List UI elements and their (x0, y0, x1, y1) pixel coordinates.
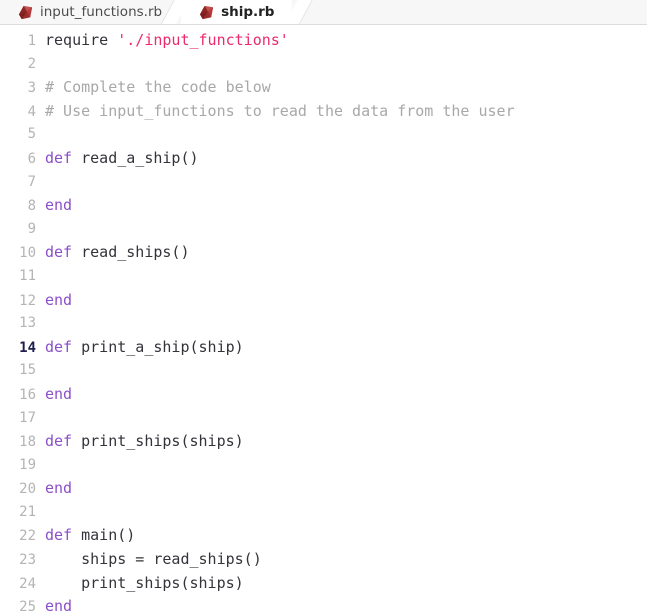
line-content[interactable]: def read_a_ship() (45, 147, 647, 171)
token-str: './input_functions' (117, 31, 289, 49)
code-line[interactable]: 17 (0, 407, 647, 431)
code-line[interactable]: 1 require './input_functions' (0, 29, 647, 53)
token-kw: end (45, 479, 73, 498)
line-number: 13 (19, 315, 36, 332)
code-line[interactable]: 4 # Use input_functions to read the data … (0, 100, 647, 124)
token-kw: def (45, 432, 73, 451)
line-number: 7 (27, 173, 36, 190)
token-plain: require (45, 31, 109, 49)
line-number: 24 (19, 575, 36, 592)
tab-input-functions-rb[interactable]: input_functions.rb (0, 0, 180, 24)
tab-label: ship.rb (221, 4, 275, 20)
line-number: 9 (27, 220, 36, 237)
code-line[interactable]: 15 (0, 359, 647, 383)
token-plain: read_ships() (72, 243, 190, 262)
ruby-icon (18, 5, 33, 20)
code-line[interactable]: 14 def print_a_ship(ship) (0, 336, 647, 360)
code-line[interactable]: 8 end (0, 194, 647, 218)
line-number: 2 (27, 55, 36, 72)
code-line[interactable]: 9 (0, 218, 647, 242)
ruby-icon (199, 5, 214, 20)
line-content[interactable]: # Complete the code below (45, 76, 647, 100)
line-number: 5 (27, 126, 36, 143)
tab-ship-rb[interactable]: ship.rb (181, 0, 293, 24)
editor-tab-bar: input_functions.rb ship.rb (0, 0, 647, 25)
code-line[interactable]: 19 (0, 454, 647, 478)
code-line[interactable]: 3 # Complete the code below (0, 76, 647, 100)
line-content[interactable]: end (45, 194, 647, 218)
line-number: 17 (19, 409, 36, 426)
token-kw: end (45, 196, 73, 215)
token-kw: def (45, 243, 73, 262)
code-line[interactable]: 24 print_ships(ships) (0, 572, 647, 596)
code-editor[interactable]: 1 require './input_functions' 2 3 # Complete… (0, 25, 647, 612)
token-kw: def (45, 148, 73, 167)
code-line[interactable]: 13 (0, 312, 647, 336)
line-content[interactable]: end (45, 383, 647, 407)
token-plain: ships = read_ships() (45, 550, 262, 569)
line-content[interactable]: # Use input_functions to read the data f… (45, 100, 647, 124)
line-number: 12 (19, 292, 36, 309)
line-number: 3 (27, 80, 36, 97)
token-kw: end (45, 290, 73, 309)
line-number: 4 (27, 103, 36, 120)
line-number: 1 (27, 33, 36, 49)
token-comment: # Use input_functions to read the data f… (45, 101, 515, 120)
line-content[interactable]: print_ships(ships) (45, 572, 647, 596)
line-content[interactable]: end (45, 595, 647, 612)
tab-label: input_functions.rb (40, 4, 163, 20)
line-content[interactable]: end (45, 289, 647, 313)
line-number: 6 (27, 150, 36, 167)
line-number: 15 (19, 362, 36, 379)
code-line-list: 1 require './input_functions' 2 3 # Complete… (0, 29, 647, 612)
tab-list: input_functions.rb ship.rb (0, 0, 647, 24)
line-number: 23 (19, 552, 36, 569)
code-line[interactable]: 16 end (0, 383, 647, 407)
code-line[interactable]: 23 ships = read_ships() (0, 548, 647, 572)
code-line[interactable]: 10 def read_ships() (0, 241, 647, 265)
line-number: 25 (19, 599, 36, 612)
token-plain: read_a_ship() (72, 148, 199, 167)
line-number: 18 (19, 434, 36, 451)
token-plain: print_ships(ships) (45, 573, 244, 592)
code-line[interactable]: 22 def main() (0, 524, 647, 548)
code-line[interactable]: 2 (0, 53, 647, 77)
token-kw: def (45, 526, 73, 545)
token-kw: end (45, 384, 73, 403)
token-plain: print_a_ship(ship) (72, 337, 244, 356)
line-number: 11 (19, 267, 36, 284)
line-number: 14 (19, 339, 36, 356)
line-number: 10 (19, 245, 36, 262)
line-number: 21 (19, 503, 36, 520)
line-number: 22 (19, 528, 36, 545)
line-number: 20 (19, 481, 36, 498)
code-line[interactable]: 12 end (0, 289, 647, 313)
code-line[interactable]: 7 (0, 171, 647, 195)
token-kw: end (45, 597, 73, 612)
line-content[interactable]: end (45, 477, 647, 501)
code-line[interactable]: 11 (0, 265, 647, 289)
code-line[interactable]: 18 def print_ships(ships) (0, 430, 647, 454)
token-comment: # Complete the code below (45, 78, 271, 97)
line-content[interactable]: def read_ships() (45, 241, 647, 265)
token-kw: def (45, 337, 73, 356)
line-content[interactable]: require './input_functions' (45, 29, 647, 53)
line-number: 8 (27, 198, 36, 215)
line-number: 19 (19, 456, 36, 473)
line-number: 16 (19, 386, 36, 403)
code-line[interactable]: 6 def read_a_ship() (0, 147, 647, 171)
line-content[interactable]: def print_a_ship(ship) (45, 336, 647, 360)
line-content[interactable]: def main() (45, 524, 647, 548)
code-line[interactable]: 20 end (0, 477, 647, 501)
code-line[interactable]: 21 (0, 501, 647, 525)
token-plain: main() (72, 526, 136, 545)
token-plain: print_ships(ships) (72, 432, 244, 451)
code-line[interactable]: 5 (0, 123, 647, 147)
line-content[interactable]: def print_ships(ships) (45, 430, 647, 454)
line-content[interactable]: ships = read_ships() (45, 548, 647, 572)
code-line[interactable]: 25 end (0, 595, 647, 612)
